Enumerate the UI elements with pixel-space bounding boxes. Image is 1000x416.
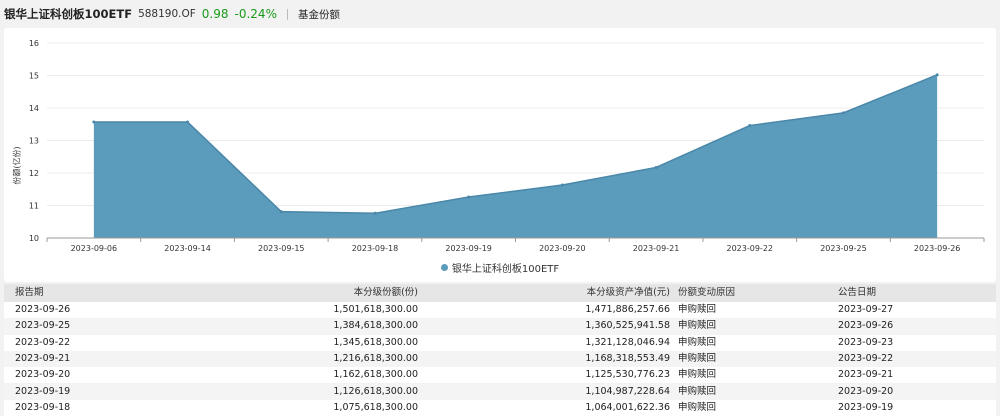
fund-name: 银华上证科创板100ETF	[4, 7, 133, 21]
data-point	[748, 124, 752, 128]
cell-announce-date: 2023-09-22	[838, 352, 894, 364]
x-tick-label: 2023-09-25	[820, 244, 867, 253]
fund-header: 银华上证科创板100ETF 588190.OF 0.98 -0.24% 基金份额	[0, 0, 1000, 28]
col-header-announce-date: 公告日期	[838, 287, 877, 298]
cell-shares: 1,501,618,300.00	[333, 304, 418, 315]
x-tick-label: 2023-09-19	[445, 244, 492, 253]
chart-panel: 10 11 12 13 14 15 16 2023-09-06 2023-09-14 2023-0…	[4, 28, 996, 282]
x-tick-label: 2023-09-21	[633, 244, 680, 253]
fund-price: 0.98	[201, 7, 229, 21]
cell-shares: 1,075,618,300.00	[333, 401, 418, 413]
data-point	[560, 183, 564, 187]
y-tick-label: 14	[29, 104, 39, 113]
cell-shares: 1,384,618,300.00	[333, 320, 418, 332]
tab-fund-shares[interactable]: 基金份额	[298, 7, 340, 22]
data-point	[935, 73, 939, 77]
table-row[interactable]: 2023-09-18 1,075,618,300.00 1,064,001,622.…	[4, 399, 996, 416]
data-point	[841, 111, 845, 115]
table-row[interactable]: 2023-09-21 1,216,618,300.00 1,168,318,553.…	[4, 350, 996, 367]
col-header-period: 报告期	[15, 287, 44, 298]
y-tick-label: 15	[29, 72, 39, 81]
cell-nav: 1,471,886,257.66	[585, 304, 670, 315]
cell-shares: 1,162,618,300.00	[333, 369, 418, 381]
cell-period: 2023-09-22	[15, 336, 71, 348]
table-row[interactable]: 2023-09-20 1,162,618,300.00 1,125,530,776.…	[4, 367, 996, 384]
x-tick-label: 2023-09-26	[914, 244, 961, 253]
data-point	[467, 195, 471, 199]
cell-period: 2023-09-20	[15, 369, 71, 381]
col-header-reason: 份额变动原因	[678, 287, 736, 298]
table-row[interactable]: 2023-09-19 1,126,618,300.00 1,104,987,228.…	[4, 383, 996, 400]
table-header: 报告期 本分级份额(份) 本分级资产净值(元) 份额变动原因 公告日期	[4, 284, 996, 302]
cell-nav: 1,321,128,046.94	[585, 336, 670, 348]
data-point	[186, 120, 190, 124]
fund-change: -0.24%	[234, 7, 277, 21]
x-tick-label: 2023-09-20	[539, 244, 586, 253]
cell-reason: 申购赎回	[678, 369, 717, 381]
cell-period: 2023-09-25	[15, 320, 71, 332]
col-header-nav: 本分级资产净值(元)	[586, 287, 670, 298]
cell-nav: 1,168,318,553.49	[585, 352, 670, 364]
table-row[interactable]: 2023-09-26 1,501,618,300.00 1,471,886,257.…	[4, 302, 996, 318]
cell-announce-date: 2023-09-23	[838, 336, 894, 348]
table-row[interactable]: 2023-09-22 1,345,618,300.00 1,321,128,046.…	[4, 334, 996, 351]
cell-reason: 申购赎回	[678, 401, 717, 413]
cell-announce-date: 2023-09-19	[838, 401, 894, 413]
x-tick-label: 2023-09-18	[352, 244, 399, 253]
cell-nav: 1,125,530,776.23	[585, 369, 670, 381]
data-point	[654, 165, 658, 169]
x-tick-label: 2023-09-15	[258, 244, 305, 253]
cell-reason: 申购赎回	[678, 352, 717, 364]
header-divider	[286, 8, 288, 20]
x-tick-label: 2023-09-06	[71, 244, 118, 253]
data-point	[373, 211, 377, 215]
cell-period: 2023-09-18	[15, 401, 71, 413]
share-chart[interactable]: 10 11 12 13 14 15 16 2023-09-06 2023-09-14 2023-0…	[4, 28, 996, 282]
legend-label: 银华上证科创板100ETF	[451, 264, 560, 275]
cell-reason: 申购赎回	[678, 385, 717, 397]
cell-period: 2023-09-21	[15, 352, 71, 364]
fund-code: 588190.OF	[138, 8, 196, 20]
cell-reason: 申购赎回	[678, 336, 717, 348]
cell-period: 2023-09-19	[15, 385, 71, 397]
cell-reason: 申购赎回	[678, 304, 717, 315]
x-tick-label: 2023-09-22	[727, 244, 774, 253]
chart-legend[interactable]: 银华上证科创板100ETF	[4, 260, 996, 275]
data-point	[92, 120, 96, 124]
cell-announce-date: 2023-09-27	[838, 304, 894, 315]
cell-nav: 1,104,987,228.64	[585, 385, 670, 397]
x-tick-label: 2023-09-14	[164, 244, 211, 253]
cell-nav: 1,064,001,622.36	[585, 401, 670, 413]
col-header-shares: 本分级份额(份)	[353, 287, 418, 298]
table-row[interactable]: 2023-09-25 1,384,618,300.00 1,360,525,941.…	[4, 318, 996, 335]
cell-nav: 1,360,525,941.58	[585, 320, 670, 332]
y-tick-label: 11	[29, 202, 39, 211]
cell-period: 2023-09-26	[15, 304, 71, 315]
cell-reason: 申购赎回	[678, 320, 717, 332]
legend-marker	[440, 264, 448, 271]
cell-announce-date: 2023-09-20	[838, 385, 894, 397]
cell-shares: 1,216,618,300.00	[333, 352, 418, 364]
y-tick-label: 10	[29, 234, 39, 243]
y-tick-label: 13	[29, 137, 39, 146]
y-axis-label: 份额(亿份)	[12, 146, 22, 185]
y-tick-label: 12	[29, 169, 39, 178]
cell-shares: 1,126,618,300.00	[333, 385, 418, 397]
cell-shares: 1,345,618,300.00	[333, 336, 418, 348]
cell-announce-date: 2023-09-26	[838, 320, 894, 332]
y-tick-label: 16	[29, 39, 39, 48]
cell-announce-date: 2023-09-21	[838, 369, 894, 381]
data-point	[279, 210, 283, 214]
series-area	[93, 74, 938, 238]
